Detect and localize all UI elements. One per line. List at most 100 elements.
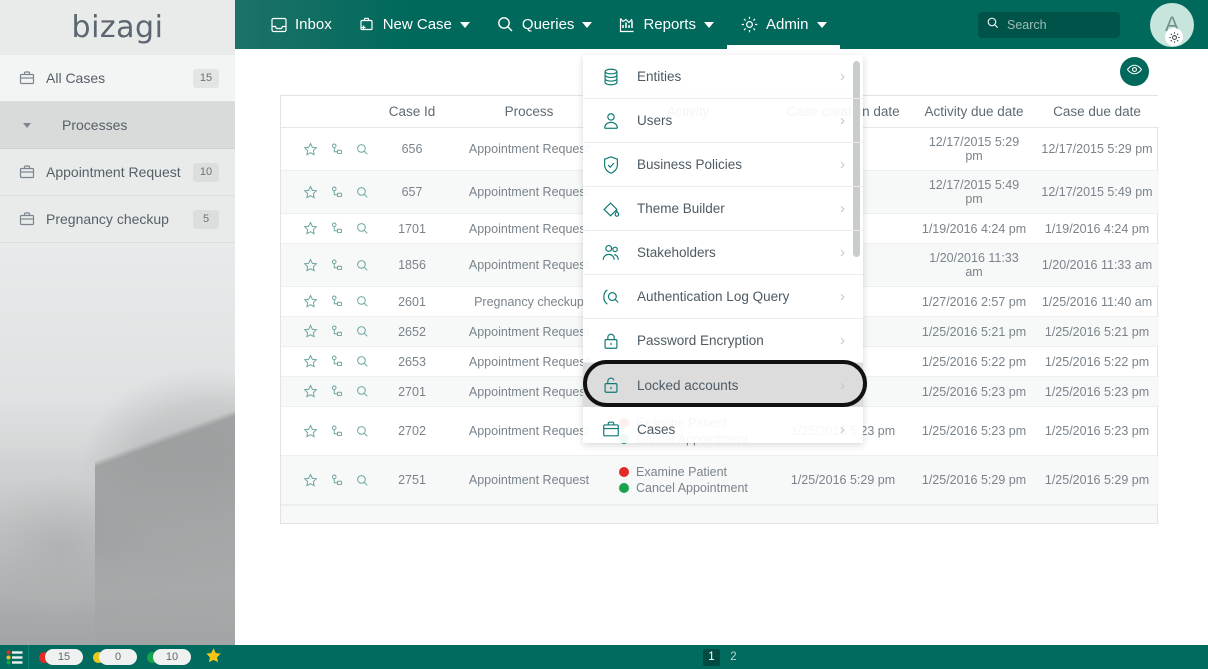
admin-menu-item-business-policies[interactable]: Business Policies › [583, 143, 863, 187]
gear-icon [740, 15, 759, 34]
status-chip-red[interactable]: 15 [39, 649, 83, 665]
process-tree-icon[interactable] [329, 324, 344, 339]
chevron-down-icon [459, 21, 470, 28]
admin-menu-item-locked-accounts[interactable]: Locked accounts › [583, 363, 863, 407]
star-icon[interactable] [303, 294, 318, 309]
magnifier-icon[interactable] [355, 258, 370, 273]
process-tree-icon[interactable] [329, 424, 344, 439]
list-menu-icon[interactable] [0, 650, 28, 665]
sidebar-item-all-cases[interactable]: All Cases 15 [0, 55, 235, 102]
user-icon [601, 111, 631, 131]
chevron-right-icon: › [840, 68, 845, 85]
star-icon[interactable] [303, 257, 318, 273]
menu-tab-queries[interactable]: Queries [483, 0, 606, 49]
cell-activity-due-date: 12/17/2015 5:29 pm [913, 127, 1035, 171]
admin-menu-item-cases[interactable]: Cases › [583, 407, 863, 443]
gear-icon[interactable] [1165, 28, 1183, 46]
admin-menu-item-theme-builder[interactable]: Theme Builder › [583, 187, 863, 231]
status-chip-yellow[interactable]: 0 [93, 649, 137, 665]
admin-menu-item-password-encryption[interactable]: Password Encryption › [583, 319, 863, 363]
star-icon[interactable] [303, 384, 318, 399]
column-header-actions[interactable] [281, 96, 369, 128]
cell-case-id: 2652 [369, 316, 455, 347]
inbox-icon [270, 16, 288, 34]
row-actions-cell [281, 243, 370, 287]
magnifier-icon[interactable] [355, 354, 370, 369]
process-tree-icon[interactable] [329, 185, 344, 200]
avatar[interactable]: A [1150, 3, 1194, 47]
magnifier-icon[interactable] [355, 473, 370, 488]
magnifier-icon[interactable] [355, 294, 370, 309]
cell-activity-due-date: 1/19/2016 4:24 pm [913, 213, 1035, 244]
admin-menu-item-entities[interactable]: Entities › [583, 55, 863, 99]
cell-activity-due-date: 1/25/2016 5:22 pm [913, 346, 1035, 377]
process-tree-icon[interactable] [329, 354, 344, 369]
menu-tab-reports[interactable]: Reports [605, 0, 727, 49]
process-tree-icon[interactable] [329, 384, 344, 399]
admin-dropdown-menu[interactable]: Entities › Users › Business Policies › Theme B… [583, 55, 863, 443]
admin-menu-item-users[interactable]: Users › [583, 99, 863, 143]
menu-tab-label: New Case [382, 16, 452, 33]
row-actions-cell [281, 406, 370, 456]
star-icon[interactable] [303, 221, 318, 236]
star-icon[interactable] [303, 184, 318, 200]
cell-activity-due-date: 1/25/2016 5:23 pm [913, 406, 1035, 456]
process-tree-icon[interactable] [329, 221, 344, 236]
status-chip-value: 0 [99, 649, 137, 665]
admin-menu-item-stakeholders[interactable]: Stakeholders › [583, 231, 863, 275]
menu-tab-inbox[interactable]: Inbox [257, 0, 345, 49]
star-icon[interactable] [303, 141, 318, 157]
column-header-case-due-date[interactable]: Case due date [1035, 96, 1159, 128]
activity-item[interactable]: Examine Patient [619, 465, 767, 479]
activity-item[interactable]: Cancel Appointment [619, 481, 767, 495]
magnifier-icon[interactable] [355, 324, 370, 339]
cell-process: Appointment Request [455, 243, 603, 287]
process-tree-icon[interactable] [329, 142, 344, 157]
page-2-button[interactable]: 2 [725, 649, 742, 666]
magnifier-icon[interactable] [355, 384, 370, 399]
star-icon[interactable] [303, 472, 318, 488]
sidebar-background-photo [0, 248, 235, 645]
chevron-right-icon: › [840, 376, 845, 394]
table-row[interactable]: 2751 Appointment Request Examine Patient Ca… [281, 455, 1159, 505]
search-box[interactable] [978, 12, 1120, 38]
magnifier-icon[interactable] [355, 185, 370, 200]
column-header-case-id[interactable]: Case Id [369, 96, 455, 128]
brand-logo[interactable]: bizagi [0, 0, 235, 55]
admin-menu-item-authentication-log-query[interactable]: Authentication Log Query › [583, 275, 863, 319]
search-input[interactable] [1007, 18, 1107, 32]
cell-case-id: 1856 [369, 243, 455, 287]
menu-tab-label: Queries [521, 16, 575, 33]
sidebar-item-label: Appointment Request [46, 164, 181, 180]
column-header-activity-due-date[interactable]: Activity due date [913, 96, 1035, 128]
star-icon[interactable] [303, 423, 318, 439]
sidebar-group-processes[interactable]: Processes [0, 102, 235, 149]
magnifier-icon[interactable] [355, 142, 370, 157]
process-tree-icon[interactable] [329, 294, 344, 309]
page-1-button[interactable]: 1 [703, 648, 720, 666]
chevron-down-icon [16, 122, 38, 128]
magnifier-icon[interactable] [355, 424, 370, 439]
search-icon [496, 15, 515, 34]
star-icon[interactable] [205, 647, 222, 668]
process-tree-icon[interactable] [329, 258, 344, 273]
cell-process: Appointment Request [455, 455, 603, 505]
magnifier-icon[interactable] [355, 221, 370, 236]
process-tree-icon[interactable] [329, 473, 344, 488]
star-icon[interactable] [303, 354, 318, 369]
sidebar-item-appointment-request[interactable]: Appointment Request 10 [0, 149, 235, 196]
preview-eye-button[interactable] [1120, 57, 1149, 86]
cell-case-id: 2702 [369, 406, 455, 456]
status-chip-green[interactable]: 10 [147, 649, 191, 665]
admin-menu-item-label: Authentication Log Query [637, 289, 790, 304]
cell-activity-due-date: 1/25/2016 5:23 pm [913, 376, 1035, 407]
database-icon [601, 67, 631, 87]
menu-tab-admin[interactable]: Admin [726, 0, 840, 49]
cell-case-due-date: 1/25/2016 5:29 pm [1035, 455, 1159, 505]
cell-activity-due-date: 1/27/2016 2:57 pm [913, 286, 1035, 317]
sidebar-item-pregnancy-checkup[interactable]: Pregnancy checkup 5 [0, 196, 235, 243]
sidebar-group-label: Processes [62, 117, 128, 133]
menu-tab-new-case[interactable]: New Case [345, 0, 483, 49]
column-header-process[interactable]: Process [455, 96, 603, 128]
star-icon[interactable] [303, 324, 318, 339]
